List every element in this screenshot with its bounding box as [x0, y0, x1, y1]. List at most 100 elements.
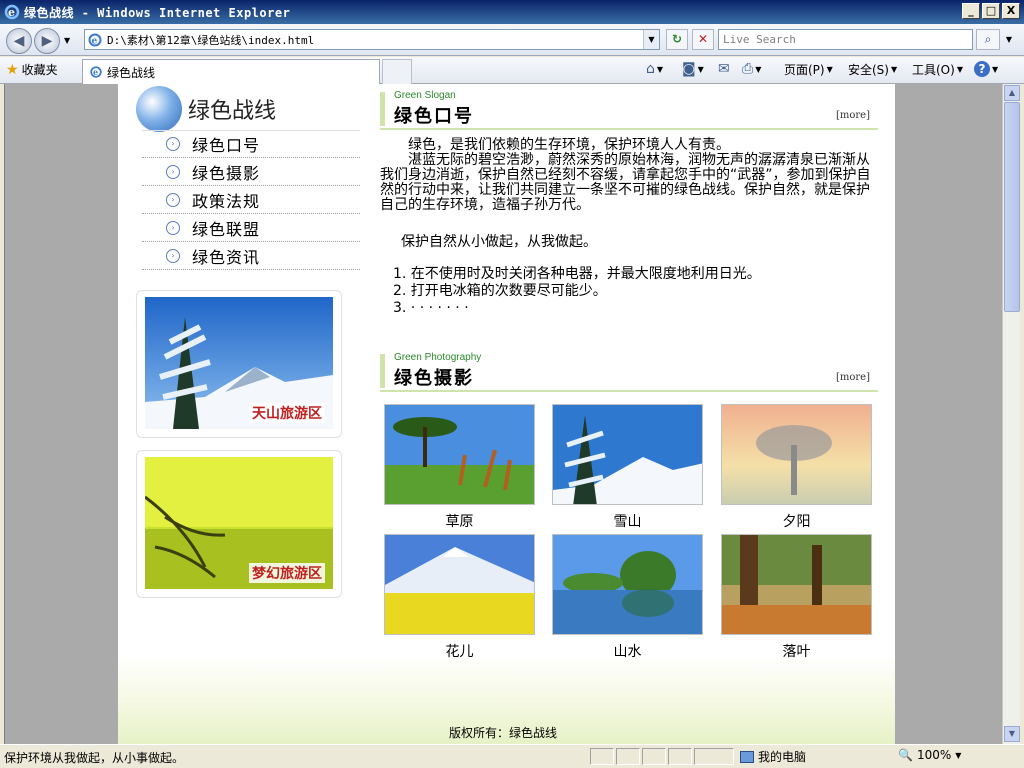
section-title: 绿色摄影	[394, 368, 474, 389]
slogan-section-header: Green Slogan 绿色口号 [more]	[380, 88, 878, 130]
promo-tianshan[interactable]: 天山旅游区	[136, 290, 342, 438]
favorites-label: 收藏夹	[21, 63, 58, 77]
flower-field-image	[385, 535, 534, 634]
page-icon: e	[88, 33, 102, 46]
status-bar: 保护环境从我做起，从小事做起。 我的电脑 🔍 100% ▼	[0, 744, 1024, 768]
photo-caption: 雪山	[613, 514, 642, 530]
photo-grassland[interactable]: 草原	[384, 404, 535, 531]
logo-text: 绿色战线	[188, 99, 277, 124]
rss-icon: ◙	[682, 61, 696, 77]
slogan-paragraph-2: 湛蓝无际的碧空浩渺，蔚然深秀的原始林海，润物无声的潺潺清泉已渐渐从我们身边消逝，…	[380, 152, 871, 213]
status-pane	[590, 748, 614, 765]
search-button[interactable]: ⌕	[976, 29, 1000, 50]
nav-label: 绿色摄影	[192, 163, 261, 183]
promo-label: 天山旅游区	[249, 403, 325, 423]
safety-menu[interactable]: 安全(S) ▼	[848, 61, 897, 78]
back-arrow-icon: ◀	[13, 33, 25, 49]
list-item: 1. 在不使用时及时关闭各种电器，并最大限度地利用日光。	[393, 266, 761, 282]
nav-item-alliance[interactable]: › 绿色联盟	[142, 214, 360, 242]
computer-icon	[740, 750, 754, 763]
site-logo[interactable]: 绿色战线	[136, 86, 276, 132]
window-titlebar: e 绿色战线 - Windows Internet Explorer _ □ X	[0, 0, 1024, 24]
slogan-paragraph-3: 保护自然从小做起，从我做起。	[401, 234, 597, 250]
scroll-up-button[interactable]: ▲	[1004, 85, 1020, 101]
history-dropdown[interactable]: ▼	[64, 36, 70, 45]
list-item: 2. 打开电冰箱的次数要尽可能少。	[393, 283, 607, 299]
browser-viewport: 绿色战线 › 绿色口号 › 绿色摄影 › 政策法规 › 绿色联盟 › 绿色资讯	[4, 84, 1002, 744]
chevron-right-icon: ›	[166, 136, 180, 151]
photography-section-header: Green Photography 绿色摄影 [more]	[380, 350, 878, 392]
nav-item-policy[interactable]: › 政策法规	[142, 186, 360, 214]
ie-page-icon: e	[90, 66, 102, 78]
nav-item-news[interactable]: › 绿色资讯	[142, 242, 360, 270]
globe-icon	[136, 86, 182, 132]
nav-item-slogan[interactable]: › 绿色口号	[142, 130, 360, 158]
tab-title: 绿色战线	[107, 65, 156, 80]
maximize-button[interactable]: □	[982, 3, 1000, 19]
promo-fantasy[interactable]: 梦幻旅游区	[136, 450, 342, 598]
chevron-right-icon: ›	[166, 220, 180, 235]
more-link[interactable]: [more]	[836, 110, 870, 121]
feeds-button[interactable]: ◙ ▼	[682, 61, 704, 77]
zone-label: 我的电脑	[758, 750, 807, 764]
minimize-button[interactable]: _	[962, 3, 980, 19]
tab-current[interactable]: e 绿色战线	[82, 59, 380, 84]
zoom-control[interactable]: 🔍 100% ▼	[898, 748, 961, 762]
photo-sunset[interactable]: 夕阳	[721, 404, 872, 531]
forward-button[interactable]: ▶	[34, 28, 60, 54]
address-toolbar: ◀ ▶ ▼ e D:\素材\第12章\绿色站线\index.html ▼ ↻ ✕…	[0, 24, 1024, 56]
tools-menu[interactable]: 工具(O) ▼	[912, 61, 963, 78]
star-icon: ★	[6, 61, 19, 78]
photo-snow-mountain[interactable]: 雪山	[552, 404, 703, 531]
zoom-level: 100%	[916, 748, 952, 762]
slogan-list: 1. 在不使用时及时关闭各种电器，并最大限度地利用日光。 2. 打开电冰箱的次数…	[393, 266, 873, 317]
photo-flowers[interactable]: 花儿	[384, 534, 535, 661]
status-pane	[694, 748, 734, 765]
home-button[interactable]: ⌂ ▼	[646, 61, 663, 77]
section-subtitle-en: Green Slogan	[394, 90, 456, 101]
status-pane	[668, 748, 692, 765]
photo-leaves[interactable]: 落叶	[721, 534, 872, 661]
print-button[interactable]: ⎙ ▼	[742, 61, 761, 77]
chevron-right-icon: ›	[166, 192, 180, 207]
close-button[interactable]: X	[1002, 3, 1020, 19]
promo-image: 天山旅游区	[145, 297, 333, 429]
photo-image	[384, 404, 535, 505]
refresh-icon: ↻	[671, 32, 683, 46]
snow-mountain-photo	[553, 405, 702, 504]
chevron-right-icon: ›	[166, 164, 180, 179]
photo-landscape[interactable]: 山水	[552, 534, 703, 661]
favorites-button[interactable]: ★ 收藏夹	[6, 61, 58, 78]
chevron-right-icon: ›	[166, 248, 180, 263]
ie-icon: e	[4, 4, 20, 20]
page-menu[interactable]: 页面(P) ▼	[784, 61, 833, 78]
scroll-thumb[interactable]	[1004, 102, 1020, 312]
zoom-icon: 🔍	[898, 748, 913, 762]
svg-text:e: e	[92, 36, 98, 46]
help-menu[interactable]: ? ▼	[974, 61, 998, 77]
nav-item-photography[interactable]: › 绿色摄影	[142, 158, 360, 186]
address-dropdown[interactable]: ▼	[643, 30, 659, 49]
tab-command-bar: ★ 收藏夹 e 绿色战线 ⌂ ▼ ◙ ▼ ✉ ⎙ ▼ 页面(P) ▼ 安全(S) ▼ 工具…	[0, 57, 1024, 84]
new-tab-button[interactable]	[382, 59, 412, 84]
stop-button[interactable]: ✕	[692, 29, 714, 50]
photo-image	[552, 534, 703, 635]
search-options-dropdown[interactable]: ▼	[1002, 29, 1016, 50]
list-item: 3. · · · · · · ·	[393, 300, 469, 316]
stop-icon: ✕	[697, 32, 709, 46]
address-bar[interactable]: e D:\素材\第12章\绿色站线\index.html ▼	[84, 29, 660, 50]
side-nav: › 绿色口号 › 绿色摄影 › 政策法规 › 绿色联盟 › 绿色资讯	[142, 130, 360, 270]
vertical-scrollbar[interactable]: ▲ ▼	[1002, 84, 1020, 744]
mail-button[interactable]: ✉	[718, 61, 730, 77]
search-input[interactable]: Live Search	[718, 29, 973, 50]
refresh-button[interactable]: ↻	[666, 29, 688, 50]
nav-label: 政策法规	[192, 191, 261, 211]
security-zone[interactable]: 我的电脑	[740, 748, 806, 765]
promo-label: 梦幻旅游区	[249, 563, 325, 583]
photo-image	[721, 404, 872, 505]
window-title: 绿色战线 - Windows Internet Explorer	[24, 5, 291, 20]
more-link[interactable]: [more]	[836, 372, 870, 383]
back-button[interactable]: ◀	[6, 28, 32, 54]
photo-caption: 草原	[445, 514, 474, 530]
scroll-down-button[interactable]: ▼	[1004, 726, 1020, 742]
